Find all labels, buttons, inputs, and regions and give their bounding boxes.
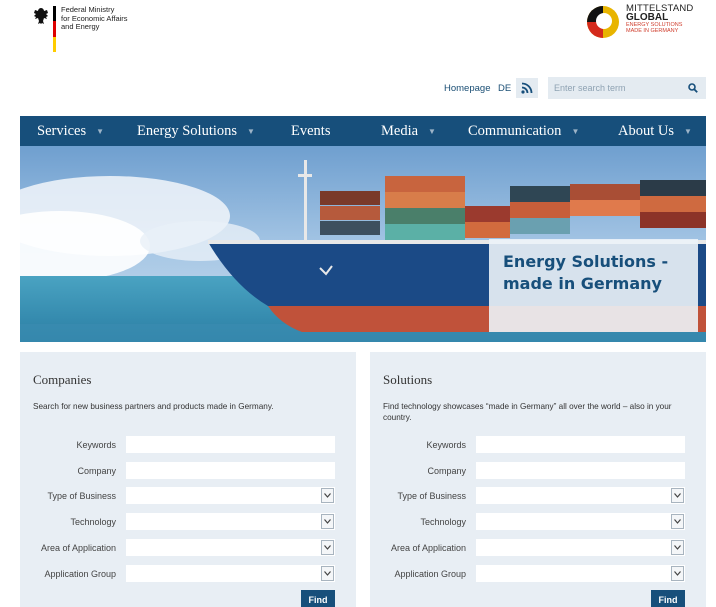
panel-title: Companies [33,372,92,387]
technology-select[interactable] [126,513,335,530]
ministry-line-3: and Energy [61,22,100,31]
search-button[interactable] [680,77,706,99]
find-button[interactable]: Find [301,590,335,607]
main-nav: Services ▼ Energy Solutions ▼ Events Media… [20,116,706,146]
find-button[interactable]: Find [651,590,685,607]
search-icon [688,83,698,93]
company-label: Company [77,466,116,476]
ministry-logo[interactable]: Federal Ministry for Economic Affairs an… [33,5,128,52]
mg-line-4: MADE IN GERMANY [626,28,679,34]
homepage-link[interactable]: Homepage [444,83,490,94]
keywords-input[interactable] [126,436,335,453]
mittelstand-global-logo-icon [587,6,619,38]
nav-item-communication[interactable]: Communication ▼ [468,116,579,146]
nav-item-services[interactable]: Services ▼ [37,116,104,146]
german-flag-stripe [53,6,56,52]
application-group-select[interactable] [126,565,335,582]
language-link-de[interactable]: DE [498,83,511,94]
panel-description: Search for new business partners and pro… [33,402,274,411]
nav-label: Communication [468,122,562,139]
rss-icon [521,82,533,94]
type-of-business-select[interactable] [476,487,685,504]
nav-item-events[interactable]: Events [291,116,330,146]
type-of-business-select[interactable] [126,487,335,504]
search-box [548,77,706,99]
nav-label: Media [381,122,419,139]
chevron-down-icon: ▼ [247,126,255,136]
technology-label: Technology [70,517,116,527]
panel-description: Find technology showcases “made in Germa… [383,402,672,422]
ministry-name: Federal Ministry for Economic Affairs an… [61,5,128,52]
keywords-label: Keywords [76,440,116,450]
hero-caption[interactable]: Energy Solutions - made in Germany [489,239,698,332]
keywords-label: Keywords [426,440,466,450]
chevron-down-icon [321,488,334,503]
chevron-down-icon [671,488,684,503]
companies-search-panel: Companies Search for new business partne… [20,352,356,607]
federal-eagle-icon [34,8,48,24]
area-of-application-label: Area of Application [40,543,116,553]
type-of-business-label: Type of Business [47,491,116,501]
company-input[interactable] [126,462,335,479]
application-group-select[interactable] [476,565,685,582]
area-of-application-select[interactable] [476,539,685,556]
mittelstand-global-logo[interactable]: MITTELSTAND GLOBAL ENERGY SOLUTIONS MADE… [586,4,693,39]
company-label: Company [427,466,466,476]
chevron-down-icon: ▼ [96,126,105,136]
application-group-label: Application Group [44,569,116,579]
nav-item-about-us[interactable]: About Us ▼ [618,116,692,146]
search-input[interactable] [548,77,678,99]
chevron-down-icon [321,540,334,555]
area-of-application-select[interactable] [126,539,335,556]
hero-title-line-1: Energy Solutions - [503,252,669,271]
nav-label: Events [291,122,331,139]
technology-select[interactable] [476,513,685,530]
chevron-down-icon: ▼ [684,126,692,136]
chevron-down-icon: ▼ [571,126,580,136]
nav-item-energy-solutions[interactable]: Energy Solutions ▼ [137,116,255,146]
nav-label: About Us [618,122,674,139]
mittelstand-global-text: MITTELSTAND GLOBAL ENERGY SOLUTIONS MADE… [626,4,693,34]
chevron-down-icon [671,566,684,581]
area-of-application-label: Area of Application [390,543,466,553]
nav-label: Services [37,122,87,139]
company-input[interactable] [476,462,685,479]
nav-label: Energy Solutions [137,122,238,139]
mg-line-2: GLOBAL [626,11,669,23]
chevron-down-icon [321,566,334,581]
rss-button[interactable] [516,78,538,98]
keywords-input[interactable] [476,436,685,453]
chevron-down-icon: ▼ [428,126,436,136]
type-of-business-label: Type of Business [397,491,466,501]
panel-title: Solutions [383,372,433,387]
hero-title-line-2: made in Germany [503,274,662,293]
hero-banner[interactable]: Energy Solutions - made in Germany [20,146,706,342]
application-group-label: Application Group [394,569,466,579]
chevron-down-icon [671,514,684,529]
nav-item-media[interactable]: Media ▼ [381,116,436,146]
technology-label: Technology [420,517,466,527]
chevron-down-icon [321,514,334,529]
solutions-search-panel: Solutions Find technology showcases “mad… [370,352,706,607]
chevron-down-icon [671,540,684,555]
